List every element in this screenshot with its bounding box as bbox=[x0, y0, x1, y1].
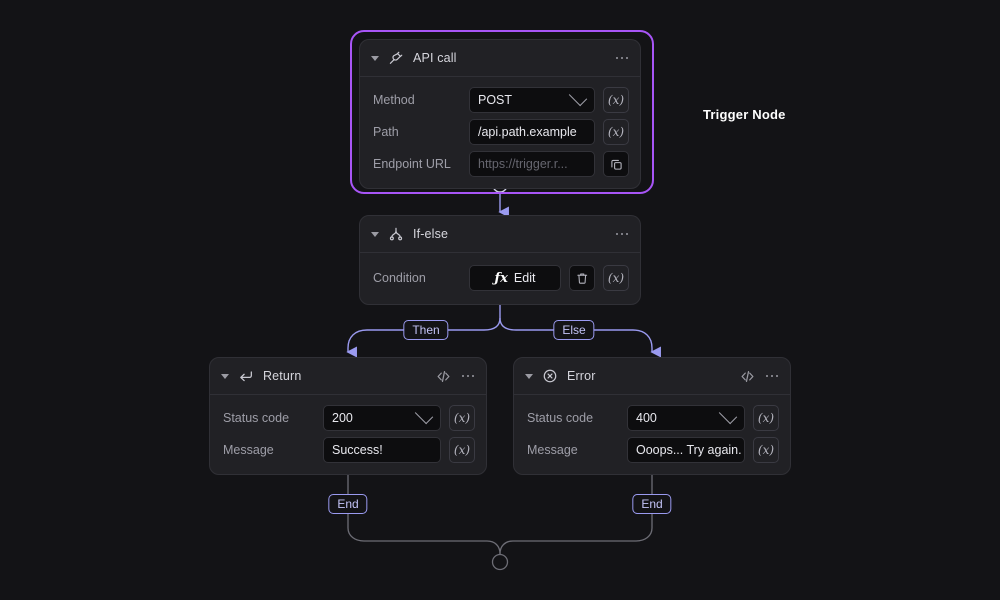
branch-icon bbox=[389, 227, 403, 241]
message-value: Ooops... Try again. bbox=[636, 443, 742, 457]
status-code-expression-button[interactable]: (x) bbox=[449, 405, 475, 431]
status-code-select[interactable]: 400 bbox=[627, 405, 745, 431]
status-code-select[interactable]: 200 bbox=[323, 405, 441, 431]
node-return-header[interactable]: Return bbox=[210, 358, 486, 395]
label-path: Path bbox=[373, 125, 399, 139]
more-icon[interactable] bbox=[615, 230, 628, 239]
condition-expression-button[interactable]: (x) bbox=[603, 265, 629, 291]
field-row-status-code: Status code 400 (x) bbox=[527, 405, 779, 431]
code-icon[interactable] bbox=[740, 369, 755, 384]
node-if-else-title: If-else bbox=[413, 227, 449, 241]
endpoint-url-copy-button[interactable] bbox=[603, 151, 629, 177]
return-arrow-icon bbox=[240, 371, 252, 382]
field-row-message: Message Ooops... Try again. (x) bbox=[527, 437, 779, 463]
status-code-value: 400 bbox=[636, 411, 657, 425]
workflow-canvas[interactable]: API call Method POST (x) Path /api.path.… bbox=[0, 0, 1000, 600]
field-row-condition: Condition ƒx Edit (x) bbox=[373, 265, 629, 291]
condition-edit-button[interactable]: ƒx Edit bbox=[469, 265, 561, 291]
method-expression-button[interactable]: (x) bbox=[603, 87, 629, 113]
node-if-else-body: Condition ƒx Edit (x) bbox=[360, 253, 640, 304]
trash-icon bbox=[577, 273, 587, 284]
path-value: /api.path.example bbox=[478, 125, 577, 139]
field-row-status-code: Status code 200 (x) bbox=[223, 405, 475, 431]
code-icon[interactable] bbox=[436, 369, 451, 384]
node-error-header[interactable]: Error bbox=[514, 358, 790, 395]
fx-icon: ƒx bbox=[494, 270, 508, 286]
node-api-call[interactable]: API call Method POST (x) Path /api.path.… bbox=[359, 39, 641, 189]
message-input[interactable]: Ooops... Try again. bbox=[627, 437, 745, 463]
field-row-method: Method POST (x) bbox=[373, 87, 629, 113]
field-row-path: Path /api.path.example (x) bbox=[373, 119, 629, 145]
collapse-caret-icon[interactable] bbox=[525, 373, 533, 379]
node-api-call-body: Method POST (x) Path /api.path.example (… bbox=[360, 77, 640, 188]
message-expression-button[interactable]: (x) bbox=[753, 437, 779, 463]
node-return[interactable]: Return Status code 200 (x) Message Succe… bbox=[209, 357, 487, 475]
node-return-body: Status code 200 (x) Message Success! (x) bbox=[210, 395, 486, 474]
endpoint-url-input[interactable]: https://trigger.r... bbox=[469, 151, 595, 177]
status-code-value: 200 bbox=[332, 411, 353, 425]
message-input[interactable]: Success! bbox=[323, 437, 441, 463]
more-icon[interactable] bbox=[461, 372, 474, 381]
message-expression-button[interactable]: (x) bbox=[449, 437, 475, 463]
collapse-caret-icon[interactable] bbox=[371, 55, 379, 61]
condition-delete-button[interactable] bbox=[569, 265, 595, 291]
more-icon[interactable] bbox=[615, 54, 628, 63]
workflow-end-port[interactable] bbox=[491, 553, 509, 571]
annotation-trigger-node: Trigger Node bbox=[703, 107, 786, 122]
label-status-code: Status code bbox=[223, 411, 290, 425]
node-return-title: Return bbox=[263, 369, 302, 383]
endpoint-url-placeholder: https://trigger.r... bbox=[478, 157, 568, 171]
label-status-code: Status code bbox=[527, 411, 594, 425]
edge-label-end-left[interactable]: End bbox=[328, 494, 368, 514]
method-value: POST bbox=[478, 93, 513, 107]
field-row-message: Message Success! (x) bbox=[223, 437, 475, 463]
collapse-caret-icon[interactable] bbox=[221, 373, 229, 379]
node-error[interactable]: Error Status code 400 (x) Message Ooops.… bbox=[513, 357, 791, 475]
edge-label-end-right[interactable]: End bbox=[632, 494, 672, 514]
method-select[interactable]: POST bbox=[469, 87, 595, 113]
node-error-title: Error bbox=[567, 369, 596, 383]
label-method: Method bbox=[373, 93, 415, 107]
chevron-down-icon[interactable] bbox=[568, 88, 588, 107]
node-api-call-header[interactable]: API call bbox=[360, 40, 640, 77]
node-if-else-header[interactable]: If-else bbox=[360, 216, 640, 253]
path-input[interactable]: /api.path.example bbox=[469, 119, 595, 145]
label-message: Message bbox=[527, 443, 578, 457]
circle-x-icon bbox=[543, 369, 557, 383]
path-expression-button[interactable]: (x) bbox=[603, 119, 629, 145]
edge-label-else[interactable]: Else bbox=[553, 320, 595, 340]
copy-icon bbox=[610, 159, 622, 170]
chevron-down-icon[interactable] bbox=[414, 406, 434, 425]
condition-edit-label: Edit bbox=[513, 271, 536, 285]
collapse-caret-icon[interactable] bbox=[371, 231, 379, 237]
node-error-body: Status code 400 (x) Message Ooops... Try… bbox=[514, 395, 790, 474]
field-row-endpoint-url: Endpoint URL https://trigger.r... bbox=[373, 151, 629, 177]
label-message: Message bbox=[223, 443, 274, 457]
status-code-expression-button[interactable]: (x) bbox=[753, 405, 779, 431]
node-api-call-title: API call bbox=[413, 51, 457, 65]
edge-label-then[interactable]: Then bbox=[403, 320, 449, 340]
label-endpoint-url: Endpoint URL bbox=[373, 157, 451, 171]
more-icon[interactable] bbox=[765, 372, 778, 381]
message-value: Success! bbox=[332, 443, 383, 457]
label-condition: Condition bbox=[373, 271, 426, 285]
plug-icon bbox=[389, 51, 403, 64]
chevron-down-icon[interactable] bbox=[718, 406, 738, 425]
node-if-else[interactable]: If-else Condition ƒx Edit (x) bbox=[359, 215, 641, 305]
